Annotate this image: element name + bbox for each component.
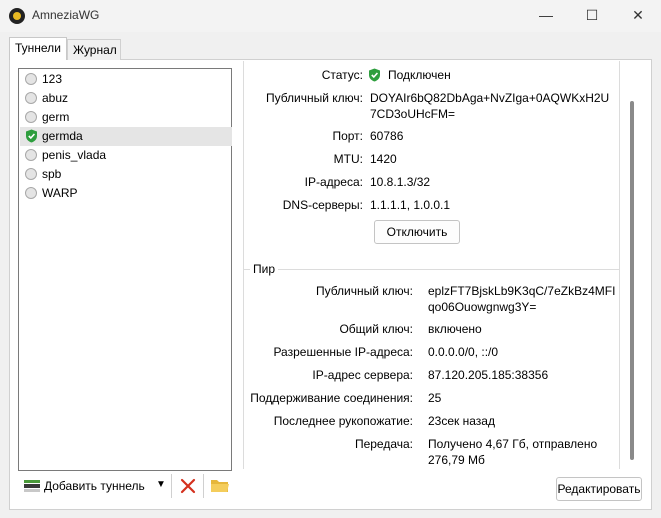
preshared-key-value: включено	[428, 322, 482, 336]
close-button[interactable]: ✕	[615, 0, 661, 32]
tunnel-list[interactable]: 123 abuz germ germda penis_vlada spb WAR…	[18, 68, 232, 471]
disconnect-button[interactable]: Отключить	[374, 220, 460, 244]
tunnel-item-label: germda	[42, 129, 83, 143]
toolbar-divider	[171, 474, 172, 498]
maximize-button[interactable]: ☐	[569, 0, 615, 32]
status-off-icon	[25, 149, 37, 161]
tunnel-item-penis-vlada[interactable]: penis_vlada	[20, 146, 232, 165]
ip-addresses-value: 10.8.1.3/32	[370, 175, 431, 189]
peer-public-key-label: Публичный ключ:	[315, 284, 413, 298]
chevron-down-icon[interactable]: ▼	[156, 479, 166, 490]
public-key-line-1: DOYAIr6bQ82DbAga+NvZIga+0AQWKxH2U	[370, 91, 610, 105]
public-key-line-2: 7CD3oUHcFM=	[370, 107, 456, 121]
status-label: Статус:	[321, 68, 363, 82]
edit-button[interactable]: Редактировать	[556, 477, 642, 501]
export-tunnels-button[interactable]	[210, 477, 230, 495]
status-off-icon	[25, 187, 37, 199]
tunnel-item-label: penis_vlada	[42, 148, 107, 162]
tunnel-item-warp[interactable]: WARP	[20, 184, 232, 203]
keepalive-value: 25	[428, 391, 442, 405]
dns-servers-value: 1.1.1.1, 1.0.0.1	[370, 198, 451, 212]
tunnel-item-label: spb	[42, 167, 62, 181]
mtu-value: 1420	[370, 152, 397, 166]
status-off-icon	[25, 92, 37, 104]
port-value: 60786	[370, 129, 404, 143]
tunnel-item-germda[interactable]: germda	[20, 127, 232, 146]
public-key-label: Публичный ключ:	[265, 91, 363, 105]
x-icon	[180, 478, 196, 494]
app-logo-icon	[9, 8, 25, 24]
tunnel-item-spb[interactable]: spb	[20, 165, 232, 184]
window-title: AmneziaWG	[32, 8, 100, 22]
endpoint-label: IP-адрес сервера:	[312, 368, 413, 382]
peer-group-title: Пир	[250, 262, 279, 276]
shield-check-icon	[26, 129, 37, 143]
scrollbar-thumb[interactable]	[630, 101, 634, 460]
tunnel-item-germ[interactable]: germ	[20, 108, 232, 127]
title-bar: AmneziaWG — ☐ ✕	[0, 0, 661, 32]
add-tunnel-button[interactable]: Добавить туннель ▼	[22, 476, 168, 496]
tunnel-item-label: WARP	[42, 186, 78, 200]
status-off-icon	[25, 73, 37, 85]
status-off-icon	[25, 111, 37, 123]
transfer-label: Передача:	[354, 437, 413, 451]
port-label: Порт:	[332, 129, 363, 143]
transfer-line-2: 276,79 Мб	[428, 453, 485, 467]
status-value: Подключен	[388, 68, 451, 82]
peer-public-key-line-2: qo06Ouowgnwg3Y=	[428, 300, 537, 314]
ip-addresses-label: IP-адреса:	[304, 175, 363, 189]
dns-servers-label: DNS-серверы:	[282, 198, 363, 212]
peer-group: Пир Публичный ключ: eplzFT7BjskLb9K3qC/7…	[243, 262, 620, 469]
add-tunnel-label: Добавить туннель	[44, 479, 145, 493]
toolbar-divider	[203, 474, 204, 498]
keepalive-label: Поддерживание соединения:	[250, 391, 413, 405]
mtu-label: MTU:	[333, 152, 363, 166]
status-off-icon	[25, 168, 37, 180]
folder-icon	[211, 480, 229, 492]
tunnel-item-abuz[interactable]: abuz	[20, 89, 232, 108]
tunnel-item-label: germ	[42, 110, 70, 124]
minimize-button[interactable]: —	[523, 0, 569, 32]
tunnel-item-label: abuz	[42, 91, 69, 105]
transfer-line-1: Получено 4,67 Гб, отправлено	[428, 437, 598, 451]
shield-check-icon	[369, 68, 380, 82]
allowed-ips-value: 0.0.0.0/0, ::/0	[428, 345, 499, 359]
delete-tunnel-button[interactable]	[178, 476, 198, 496]
endpoint-value: 87.120.205.185:38356	[428, 368, 549, 382]
allowed-ips-label: Разрешенные IP-адреса:	[273, 345, 413, 359]
add-tunnel-icon	[24, 480, 40, 492]
tunnel-details[interactable]: Статус: Подключен Публичный ключ: DOYAIr…	[237, 61, 641, 469]
preshared-key-label: Общий ключ:	[339, 322, 413, 336]
latest-handshake-label: Последнее рукопожатие:	[273, 414, 413, 428]
tunnel-item-label: 123	[42, 72, 63, 86]
details-scrollbar[interactable]	[627, 61, 637, 469]
latest-handshake-value: 23сек назад	[428, 414, 495, 428]
peer-public-key-line-1: eplzFT7BjskLb9K3qC/7eZkBz4MFI	[428, 284, 616, 298]
tab-tunnels[interactable]: Туннели	[9, 37, 67, 60]
tab-journal[interactable]: Журнал	[67, 39, 121, 60]
tunnel-item-123[interactable]: 123	[20, 70, 232, 89]
